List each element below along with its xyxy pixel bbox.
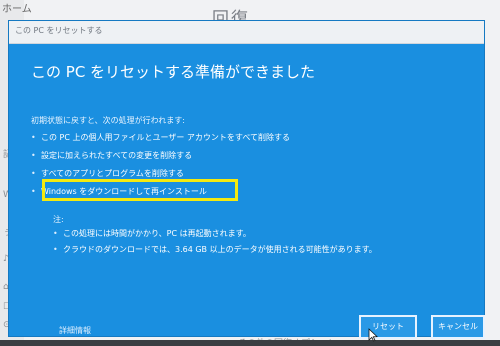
intro-text: 初期状態に戻すと、次の処理が行われます:: [31, 116, 185, 125]
list-item: クラウドのダウンロードでは、3.64 GB 以上のデータが使用される可能性があり…: [53, 244, 377, 260]
reset-pc-dialog: この PC をリセットする この PC をリセットする準備ができました 初期状態…: [9, 21, 485, 342]
list-item: この PC 上の個人用ファイルとユーザー アカウントをすべて削除する: [31, 132, 290, 150]
home-nav-label[interactable]: ホーム: [2, 0, 32, 15]
dialog-titlebar: この PC をリセットする: [9, 21, 484, 44]
list-item: この処理には時間がかかり、PC は再起動されます。: [53, 228, 377, 244]
dialog-heading: この PC をリセットする準備ができました: [31, 63, 316, 81]
note-label: 注:: [53, 215, 64, 224]
mouse-cursor-icon: [368, 328, 378, 342]
cancel-button[interactable]: キャンセル: [431, 315, 485, 339]
notes-list: この処理には時間がかかり、PC は再起動されます。 クラウドのダウンロードでは、…: [53, 228, 377, 260]
dialog-window-title: この PC をリセットする: [15, 26, 103, 35]
monitor-bezel: [0, 340, 500, 346]
list-item: 設定に加えられたすべての変更を削除する: [31, 150, 290, 168]
details-link[interactable]: 詳細情報: [59, 325, 91, 336]
highlight-annotation-box: [42, 179, 238, 201]
